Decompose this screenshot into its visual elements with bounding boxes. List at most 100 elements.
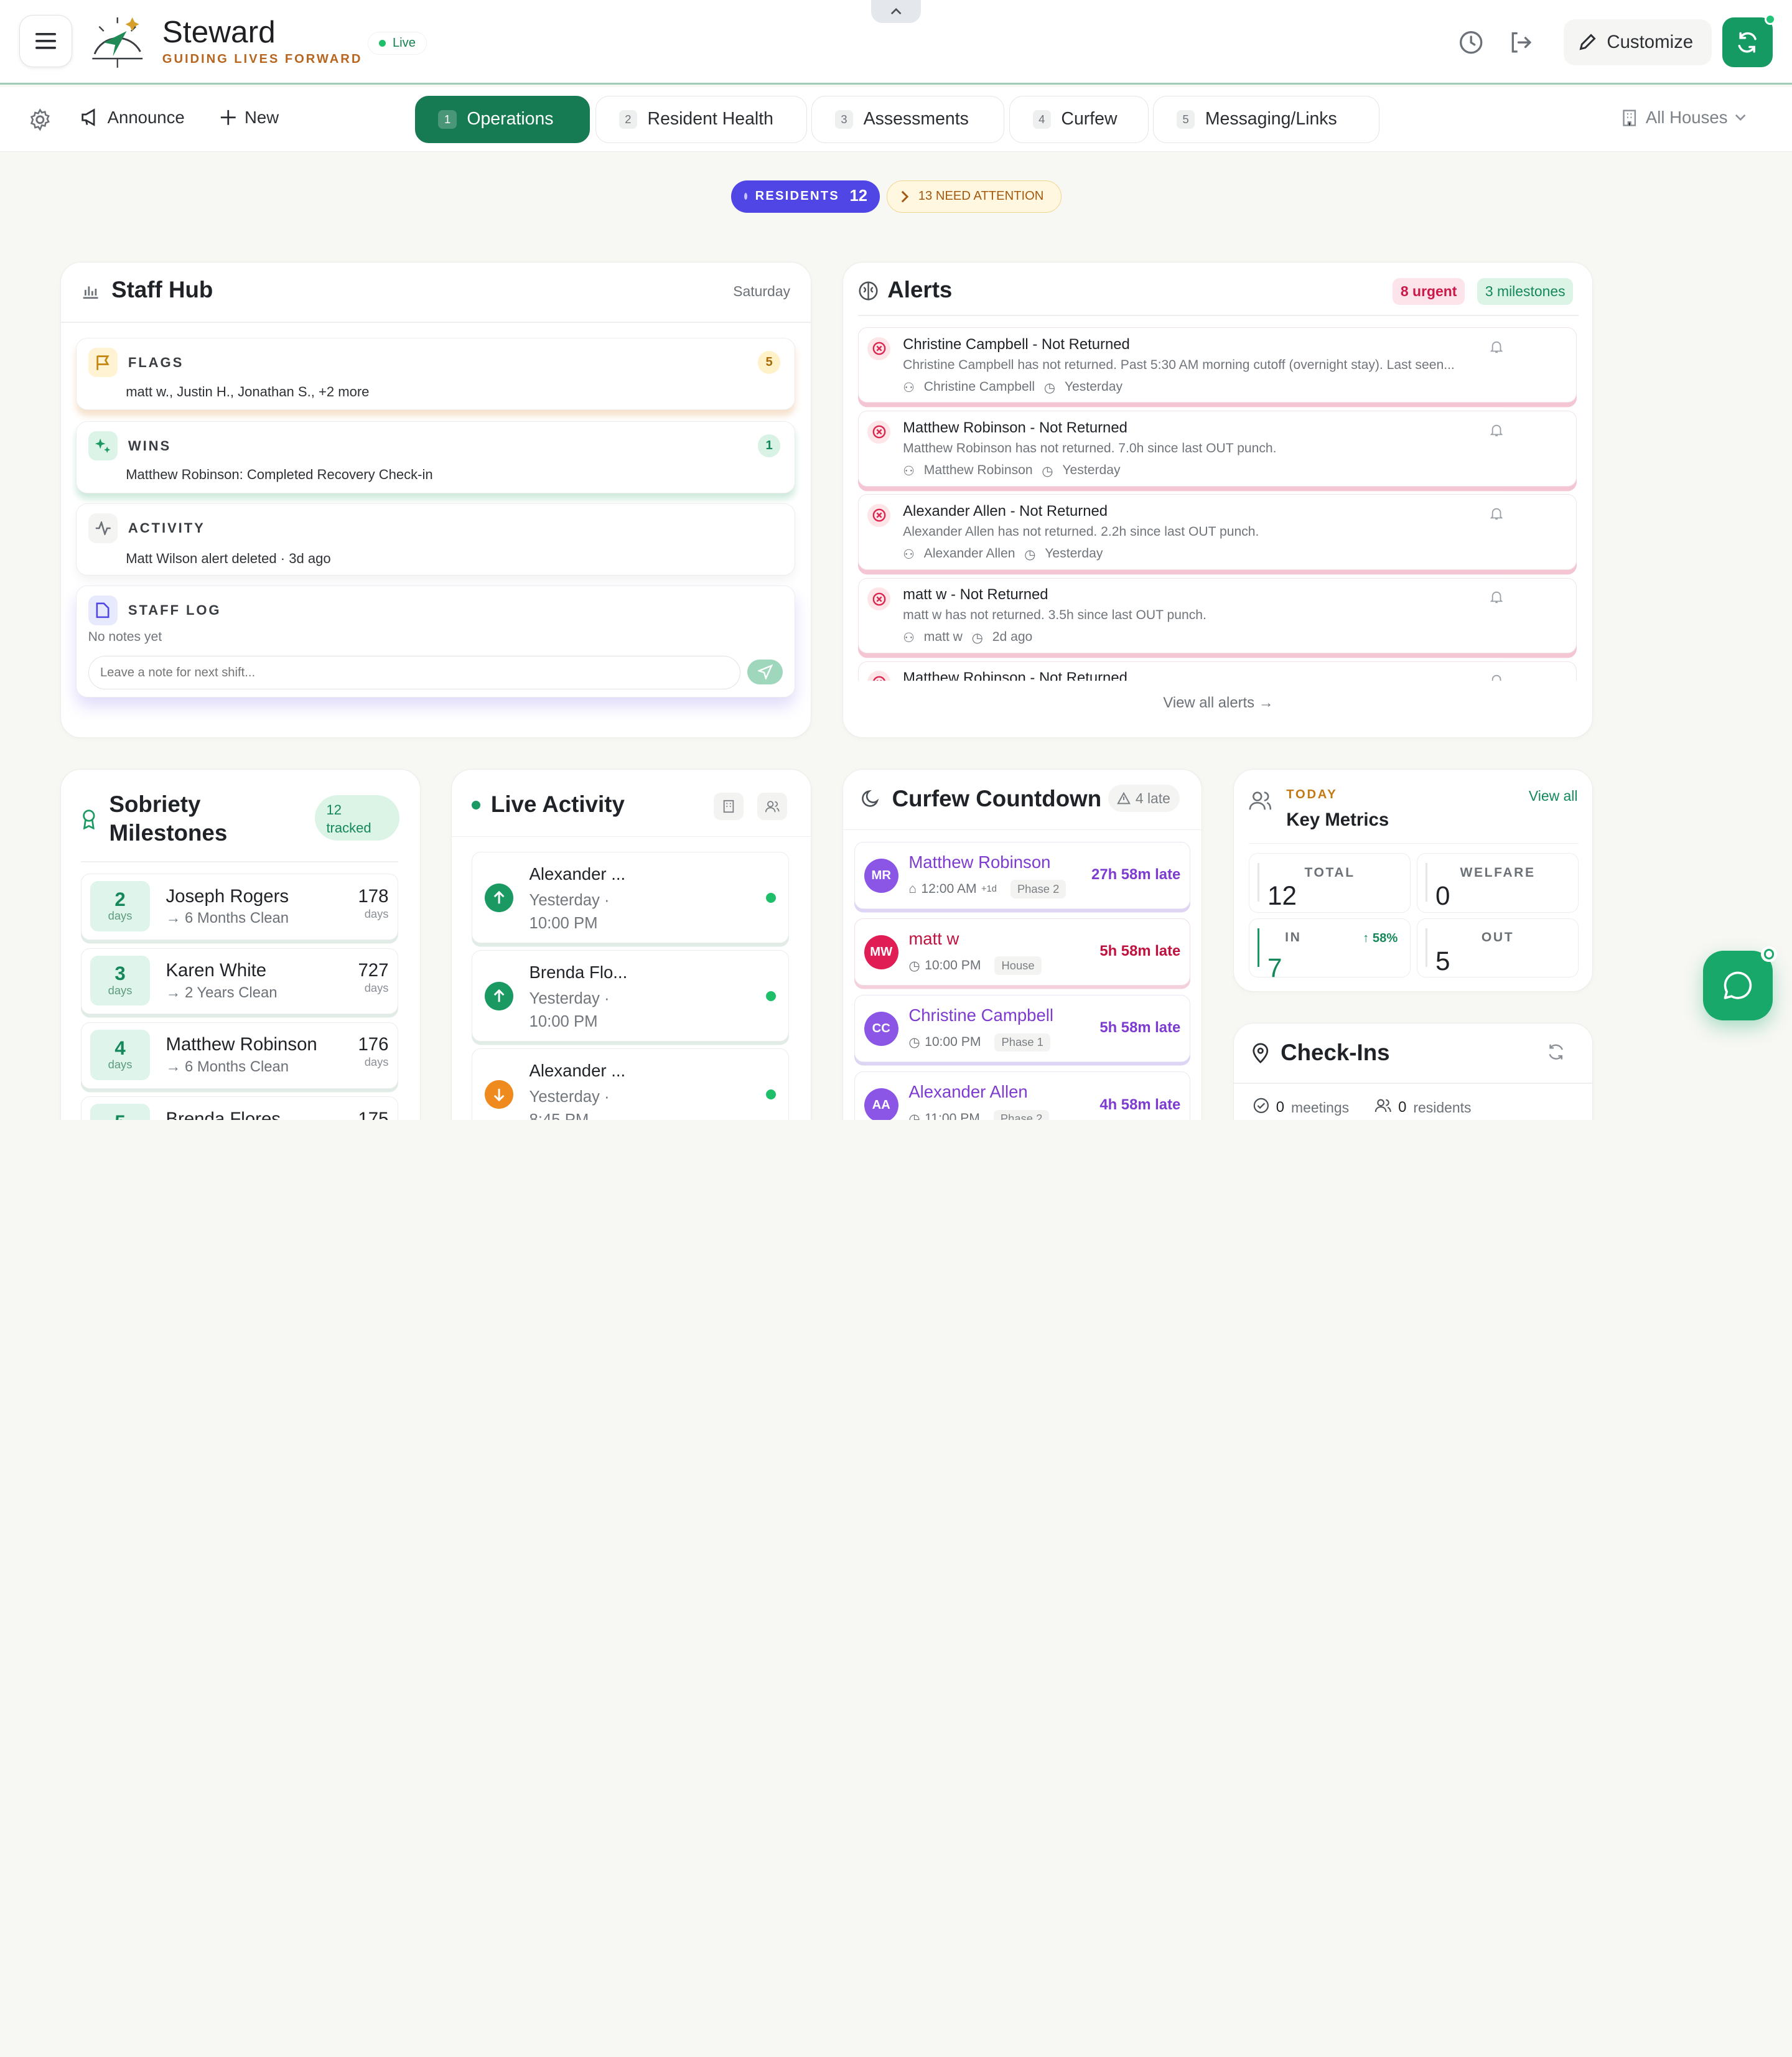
divider <box>1233 1083 1593 1084</box>
milestone-item[interactable]: 4 days Matthew Robinson → 6 Months Clean … <box>80 1022 399 1089</box>
bell-icon[interactable] <box>1490 587 1503 609</box>
clock-icon: ◷ <box>1024 548 1036 562</box>
live-activity-title: Live Activity <box>490 791 625 817</box>
milestone-days-badge: 4 days <box>90 1030 150 1080</box>
bell-icon[interactable] <box>1490 337 1503 358</box>
milestone-item[interactable]: 5days Brenda Flores 175days <box>80 1096 399 1120</box>
filter-building-button[interactable] <box>714 792 744 820</box>
metric-in[interactable]: IN ↑ 58% 7 <box>1248 918 1411 982</box>
avatar: AA <box>864 1088 898 1120</box>
metric-total[interactable]: TOTAL 12 <box>1248 853 1411 913</box>
tab-messaging-links[interactable]: 5 Messaging/Links <box>1153 96 1379 143</box>
tab-curfew[interactable]: 4 Curfew <box>1009 96 1149 143</box>
residents-pill[interactable]: RESIDENTS 12 <box>731 180 880 213</box>
curfew-item[interactable]: CC Christine Campbell ◷ 10:00 PM Phase 1 5… <box>854 994 1190 1063</box>
collapse-header-button[interactable] <box>870 0 922 23</box>
bell-icon[interactable] <box>1490 504 1503 525</box>
curfew-item[interactable]: MR Matthew Robinson ⌂ 12:00 AM +1d Phase 2 … <box>854 841 1190 910</box>
curfew-late: 4h 58m late <box>1099 1096 1181 1113</box>
tab-assessments[interactable]: 3 Assessments <box>811 96 1005 143</box>
sobriety-title-line2: Milestones <box>109 820 228 846</box>
chat-button[interactable] <box>1702 946 1778 1021</box>
alert-title: Matthew Robinson - Not Returned <box>903 669 1127 681</box>
filter-people-button[interactable] <box>757 792 787 820</box>
wins-panel[interactable]: WINS 1 Matthew Robinson: Completed Recov… <box>76 421 795 493</box>
metric-trend: ↑ 58% <box>1363 931 1398 946</box>
activity-item[interactable]: Brenda Flo... Yesterday · 10:00 PM <box>471 950 790 1042</box>
new-label: New <box>245 107 279 127</box>
tab-operations[interactable]: 1 Operations <box>414 96 590 143</box>
meetings-count: 0 <box>1276 1099 1285 1116</box>
activity-item[interactable]: Alexander ... Yesterday · 8:45 PM <box>471 1048 790 1120</box>
chevron-up-icon <box>890 7 902 14</box>
clock-icon <box>1459 30 1483 54</box>
staff-log-input[interactable] <box>88 656 741 689</box>
refresh-checkins-button[interactable] <box>1547 1043 1565 1066</box>
milestone-name: Brenda Flores <box>166 1108 281 1120</box>
view-all-metrics-link[interactable]: View all <box>1529 788 1578 805</box>
alert-item[interactable]: Alexander Allen - Not Returned Alexander… <box>857 494 1577 570</box>
view-all-alerts-link[interactable]: View all alerts → <box>843 694 1593 712</box>
residents-label: residents <box>1413 1099 1472 1116</box>
pencil-icon <box>1579 34 1596 50</box>
send-note-button[interactable] <box>747 659 783 685</box>
announce-button[interactable]: Announce <box>80 108 185 128</box>
bell-icon[interactable] <box>1490 421 1503 442</box>
need-attention-pill[interactable]: 13 NEED ATTENTION <box>887 180 1062 213</box>
milestone-days: 2 <box>114 889 126 911</box>
milestone-total: 178 days <box>358 886 388 921</box>
new-button[interactable]: New <box>220 108 279 128</box>
wins-label: WINS <box>128 437 172 454</box>
alert-title: Alexander Allen - Not Returned <box>903 503 1108 520</box>
sync-button[interactable] <box>1722 14 1776 68</box>
bell-icon[interactable] <box>1490 671 1503 681</box>
building-icon <box>723 800 734 813</box>
wins-count: 1 <box>757 434 781 457</box>
alert-item[interactable]: matt w - Not Returned matt w has not ret… <box>857 577 1577 653</box>
menu-button[interactable] <box>19 14 72 68</box>
milestone-target: → 6 Months Clean <box>166 1058 289 1075</box>
alert-item[interactable]: Matthew Robinson - Not Returned <box>857 661 1577 681</box>
alerts-list[interactable]: Christine Campbell - Not Returned Christ… <box>843 326 1593 681</box>
key-metrics-title: Key Metrics <box>1286 809 1389 831</box>
staff-log-label: STAFF LOG <box>128 602 222 618</box>
milestone-item[interactable]: 3 days Karen White → 2 Years Clean 727 day… <box>80 948 399 1015</box>
metric-welfare[interactable]: WELFARE 0 <box>1416 853 1579 913</box>
tab-resident-health[interactable]: 2 Resident Health <box>595 96 807 143</box>
house-selector[interactable]: All Houses <box>1620 108 1745 128</box>
milestone-total: 176 days <box>358 1034 388 1069</box>
chevron-right-icon <box>902 190 909 203</box>
house-selector-label: All Houses <box>1645 107 1728 127</box>
curfew-item[interactable]: MW matt w ◷ 10:00 PM House 5h 58m late <box>854 918 1190 986</box>
person-icon: ⚇ <box>903 631 915 646</box>
chat-bubble-icon <box>1724 972 1752 1000</box>
activity-panel[interactable]: ACTIVITY Matt Wilson alert deleted · 3d … <box>76 503 795 576</box>
divider <box>61 322 811 323</box>
milestone-total-value: 178 <box>358 885 389 907</box>
settings-button[interactable] <box>23 103 57 137</box>
flags-label: FLAGS <box>128 354 184 370</box>
residents-label: RESIDENTS <box>755 189 839 203</box>
milestone-item[interactable]: 2 days Joseph Rogers → 6 Months Clean 178… <box>80 874 399 940</box>
milestone-total: 175days <box>358 1109 388 1120</box>
metric-out[interactable]: OUT 5 <box>1416 918 1579 978</box>
customize-label: Customize <box>1607 31 1694 52</box>
activity-item[interactable]: Alexander ... Yesterday · 10:00 PM <box>471 852 790 944</box>
customize-button[interactable]: Customize <box>1563 19 1712 65</box>
flags-panel[interactable]: FLAGS 5 matt w., Justin H., Jonathan S.,… <box>76 337 795 410</box>
logout-button[interactable] <box>1504 25 1538 59</box>
alert-item[interactable]: Christine Campbell - Not Returned Christ… <box>857 327 1577 403</box>
activity-day: Yesterday · <box>529 990 610 1008</box>
urgent-badge[interactable]: 8 urgent <box>1393 278 1465 305</box>
activity-clock: 10:00 PM <box>529 1012 598 1030</box>
metric-label: IN <box>1285 930 1302 945</box>
curfew-item[interactable]: AA Alexander Allen ◷ 11:00 PM Phase 2 4h 5… <box>854 1071 1190 1120</box>
tab-label: Assessments <box>863 109 969 129</box>
residents-count: 0 <box>1398 1099 1407 1116</box>
staff-hub-title: Staff Hub <box>111 277 213 303</box>
curfew-extra: +1d <box>981 884 997 895</box>
milestones-badge[interactable]: 3 milestones <box>1477 278 1574 305</box>
notification-dot <box>1764 14 1776 26</box>
history-button[interactable] <box>1454 25 1488 59</box>
alert-item[interactable]: Matthew Robinson - Not Returned Matthew … <box>857 411 1577 487</box>
